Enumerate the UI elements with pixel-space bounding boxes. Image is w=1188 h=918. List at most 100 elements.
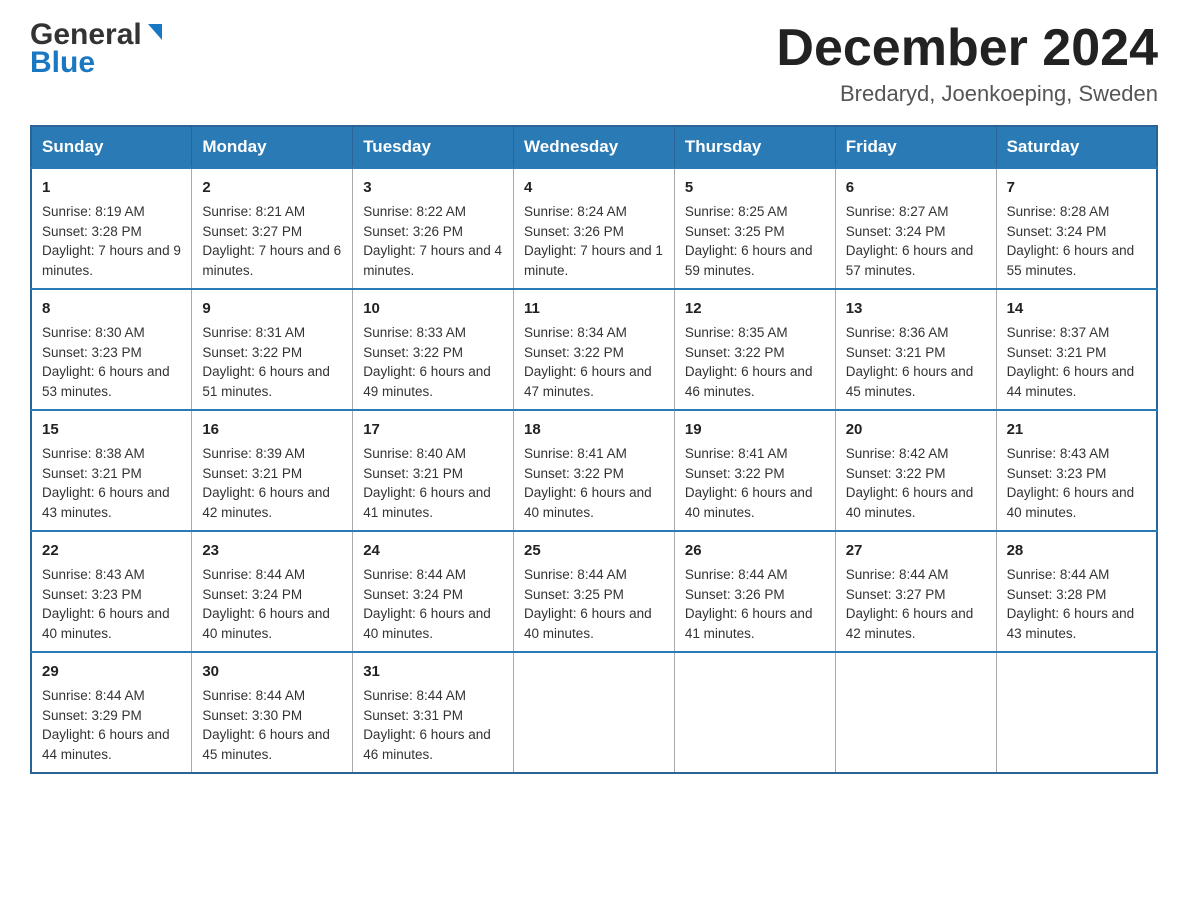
calendar-cell: 13 Sunrise: 8:36 AM Sunset: 3:21 PM Dayl… xyxy=(835,289,996,410)
calendar-cell: 18 Sunrise: 8:41 AM Sunset: 3:22 PM Dayl… xyxy=(514,410,675,531)
calendar-cell: 15 Sunrise: 8:38 AM Sunset: 3:21 PM Dayl… xyxy=(31,410,192,531)
sunrise-label: Sunrise: 8:44 AM xyxy=(846,567,949,582)
daylight-label: Daylight: 6 hours and 40 minutes. xyxy=(524,485,652,520)
day-number: 23 xyxy=(202,540,342,562)
calendar-cell: 21 Sunrise: 8:43 AM Sunset: 3:23 PM Dayl… xyxy=(996,410,1157,531)
day-number: 11 xyxy=(524,298,664,320)
sunset-label: Sunset: 3:24 PM xyxy=(846,224,946,239)
day-number: 17 xyxy=(363,419,503,441)
daylight-label: Daylight: 7 hours and 6 minutes. xyxy=(202,243,341,278)
day-number: 27 xyxy=(846,540,986,562)
sunset-label: Sunset: 3:27 PM xyxy=(846,587,946,602)
calendar-cell: 9 Sunrise: 8:31 AM Sunset: 3:22 PM Dayli… xyxy=(192,289,353,410)
daylight-label: Daylight: 6 hours and 40 minutes. xyxy=(846,485,974,520)
col-thursday: Thursday xyxy=(674,126,835,168)
logo: General Blue xyxy=(30,20,166,80)
day-number: 4 xyxy=(524,177,664,199)
calendar-cell: 24 Sunrise: 8:44 AM Sunset: 3:24 PM Dayl… xyxy=(353,531,514,652)
calendar-cell: 23 Sunrise: 8:44 AM Sunset: 3:24 PM Dayl… xyxy=(192,531,353,652)
day-number: 5 xyxy=(685,177,825,199)
day-number: 24 xyxy=(363,540,503,562)
daylight-label: Daylight: 6 hours and 40 minutes. xyxy=(42,606,170,641)
location-text: Bredaryd, Joenkoeping, Sweden xyxy=(776,81,1158,107)
calendar-cell: 29 Sunrise: 8:44 AM Sunset: 3:29 PM Dayl… xyxy=(31,652,192,773)
daylight-label: Daylight: 6 hours and 40 minutes. xyxy=(202,606,330,641)
day-number: 26 xyxy=(685,540,825,562)
sunrise-label: Sunrise: 8:44 AM xyxy=(42,688,145,703)
sunrise-label: Sunrise: 8:44 AM xyxy=(363,567,466,582)
sunset-label: Sunset: 3:31 PM xyxy=(363,708,463,723)
page-header: General Blue December 2024 Bredaryd, Joe… xyxy=(30,20,1158,107)
day-number: 14 xyxy=(1007,298,1146,320)
daylight-label: Daylight: 6 hours and 40 minutes. xyxy=(685,485,813,520)
daylight-label: Daylight: 7 hours and 1 minute. xyxy=(524,243,663,278)
sunrise-label: Sunrise: 8:40 AM xyxy=(363,446,466,461)
day-number: 8 xyxy=(42,298,181,320)
calendar-week-row: 8 Sunrise: 8:30 AM Sunset: 3:23 PM Dayli… xyxy=(31,289,1157,410)
sunrise-label: Sunrise: 8:44 AM xyxy=(524,567,627,582)
sunrise-label: Sunrise: 8:37 AM xyxy=(1007,325,1110,340)
day-number: 20 xyxy=(846,419,986,441)
daylight-label: Daylight: 6 hours and 40 minutes. xyxy=(1007,485,1135,520)
sunrise-label: Sunrise: 8:41 AM xyxy=(524,446,627,461)
sunset-label: Sunset: 3:22 PM xyxy=(685,345,785,360)
day-number: 3 xyxy=(363,177,503,199)
calendar-cell: 30 Sunrise: 8:44 AM Sunset: 3:30 PM Dayl… xyxy=(192,652,353,773)
calendar-week-row: 1 Sunrise: 8:19 AM Sunset: 3:28 PM Dayli… xyxy=(31,168,1157,289)
calendar-cell xyxy=(674,652,835,773)
daylight-label: Daylight: 6 hours and 40 minutes. xyxy=(524,606,652,641)
sunrise-label: Sunrise: 8:30 AM xyxy=(42,325,145,340)
sunset-label: Sunset: 3:26 PM xyxy=(363,224,463,239)
sunrise-label: Sunrise: 8:44 AM xyxy=(685,567,788,582)
sunset-label: Sunset: 3:24 PM xyxy=(363,587,463,602)
calendar-week-row: 15 Sunrise: 8:38 AM Sunset: 3:21 PM Dayl… xyxy=(31,410,1157,531)
logo-blue-text: Blue xyxy=(30,46,95,80)
calendar-cell: 10 Sunrise: 8:33 AM Sunset: 3:22 PM Dayl… xyxy=(353,289,514,410)
sunset-label: Sunset: 3:26 PM xyxy=(685,587,785,602)
daylight-label: Daylight: 6 hours and 51 minutes. xyxy=(202,364,330,399)
calendar-cell: 27 Sunrise: 8:44 AM Sunset: 3:27 PM Dayl… xyxy=(835,531,996,652)
sunset-label: Sunset: 3:22 PM xyxy=(846,466,946,481)
calendar-cell: 11 Sunrise: 8:34 AM Sunset: 3:22 PM Dayl… xyxy=(514,289,675,410)
sunset-label: Sunset: 3:26 PM xyxy=(524,224,624,239)
sunrise-label: Sunrise: 8:22 AM xyxy=(363,204,466,219)
day-number: 10 xyxy=(363,298,503,320)
col-saturday: Saturday xyxy=(996,126,1157,168)
sunset-label: Sunset: 3:25 PM xyxy=(685,224,785,239)
calendar-cell: 1 Sunrise: 8:19 AM Sunset: 3:28 PM Dayli… xyxy=(31,168,192,289)
daylight-label: Daylight: 6 hours and 53 minutes. xyxy=(42,364,170,399)
calendar-cell: 7 Sunrise: 8:28 AM Sunset: 3:24 PM Dayli… xyxy=(996,168,1157,289)
day-number: 30 xyxy=(202,661,342,683)
daylight-label: Daylight: 6 hours and 41 minutes. xyxy=(685,606,813,641)
daylight-label: Daylight: 6 hours and 57 minutes. xyxy=(846,243,974,278)
calendar-cell: 25 Sunrise: 8:44 AM Sunset: 3:25 PM Dayl… xyxy=(514,531,675,652)
sunset-label: Sunset: 3:21 PM xyxy=(42,466,142,481)
month-title: December 2024 xyxy=(776,20,1158,77)
sunrise-label: Sunrise: 8:44 AM xyxy=(363,688,466,703)
calendar-cell: 2 Sunrise: 8:21 AM Sunset: 3:27 PM Dayli… xyxy=(192,168,353,289)
sunset-label: Sunset: 3:23 PM xyxy=(42,587,142,602)
day-number: 15 xyxy=(42,419,181,441)
daylight-label: Daylight: 6 hours and 46 minutes. xyxy=(363,727,491,762)
sunrise-label: Sunrise: 8:42 AM xyxy=(846,446,949,461)
daylight-label: Daylight: 6 hours and 45 minutes. xyxy=(202,727,330,762)
day-number: 16 xyxy=(202,419,342,441)
daylight-label: Daylight: 6 hours and 47 minutes. xyxy=(524,364,652,399)
day-number: 22 xyxy=(42,540,181,562)
calendar-cell: 4 Sunrise: 8:24 AM Sunset: 3:26 PM Dayli… xyxy=(514,168,675,289)
col-tuesday: Tuesday xyxy=(353,126,514,168)
sunrise-label: Sunrise: 8:27 AM xyxy=(846,204,949,219)
calendar-cell: 6 Sunrise: 8:27 AM Sunset: 3:24 PM Dayli… xyxy=(835,168,996,289)
calendar-cell: 31 Sunrise: 8:44 AM Sunset: 3:31 PM Dayl… xyxy=(353,652,514,773)
daylight-label: Daylight: 7 hours and 4 minutes. xyxy=(363,243,502,278)
calendar-cell: 26 Sunrise: 8:44 AM Sunset: 3:26 PM Dayl… xyxy=(674,531,835,652)
day-number: 13 xyxy=(846,298,986,320)
sunrise-label: Sunrise: 8:21 AM xyxy=(202,204,305,219)
sunrise-label: Sunrise: 8:31 AM xyxy=(202,325,305,340)
sunrise-label: Sunrise: 8:38 AM xyxy=(42,446,145,461)
calendar-cell: 16 Sunrise: 8:39 AM Sunset: 3:21 PM Dayl… xyxy=(192,410,353,531)
calendar-table: Sunday Monday Tuesday Wednesday Thursday… xyxy=(30,125,1158,774)
calendar-cell: 19 Sunrise: 8:41 AM Sunset: 3:22 PM Dayl… xyxy=(674,410,835,531)
sunset-label: Sunset: 3:23 PM xyxy=(42,345,142,360)
daylight-label: Daylight: 6 hours and 42 minutes. xyxy=(202,485,330,520)
